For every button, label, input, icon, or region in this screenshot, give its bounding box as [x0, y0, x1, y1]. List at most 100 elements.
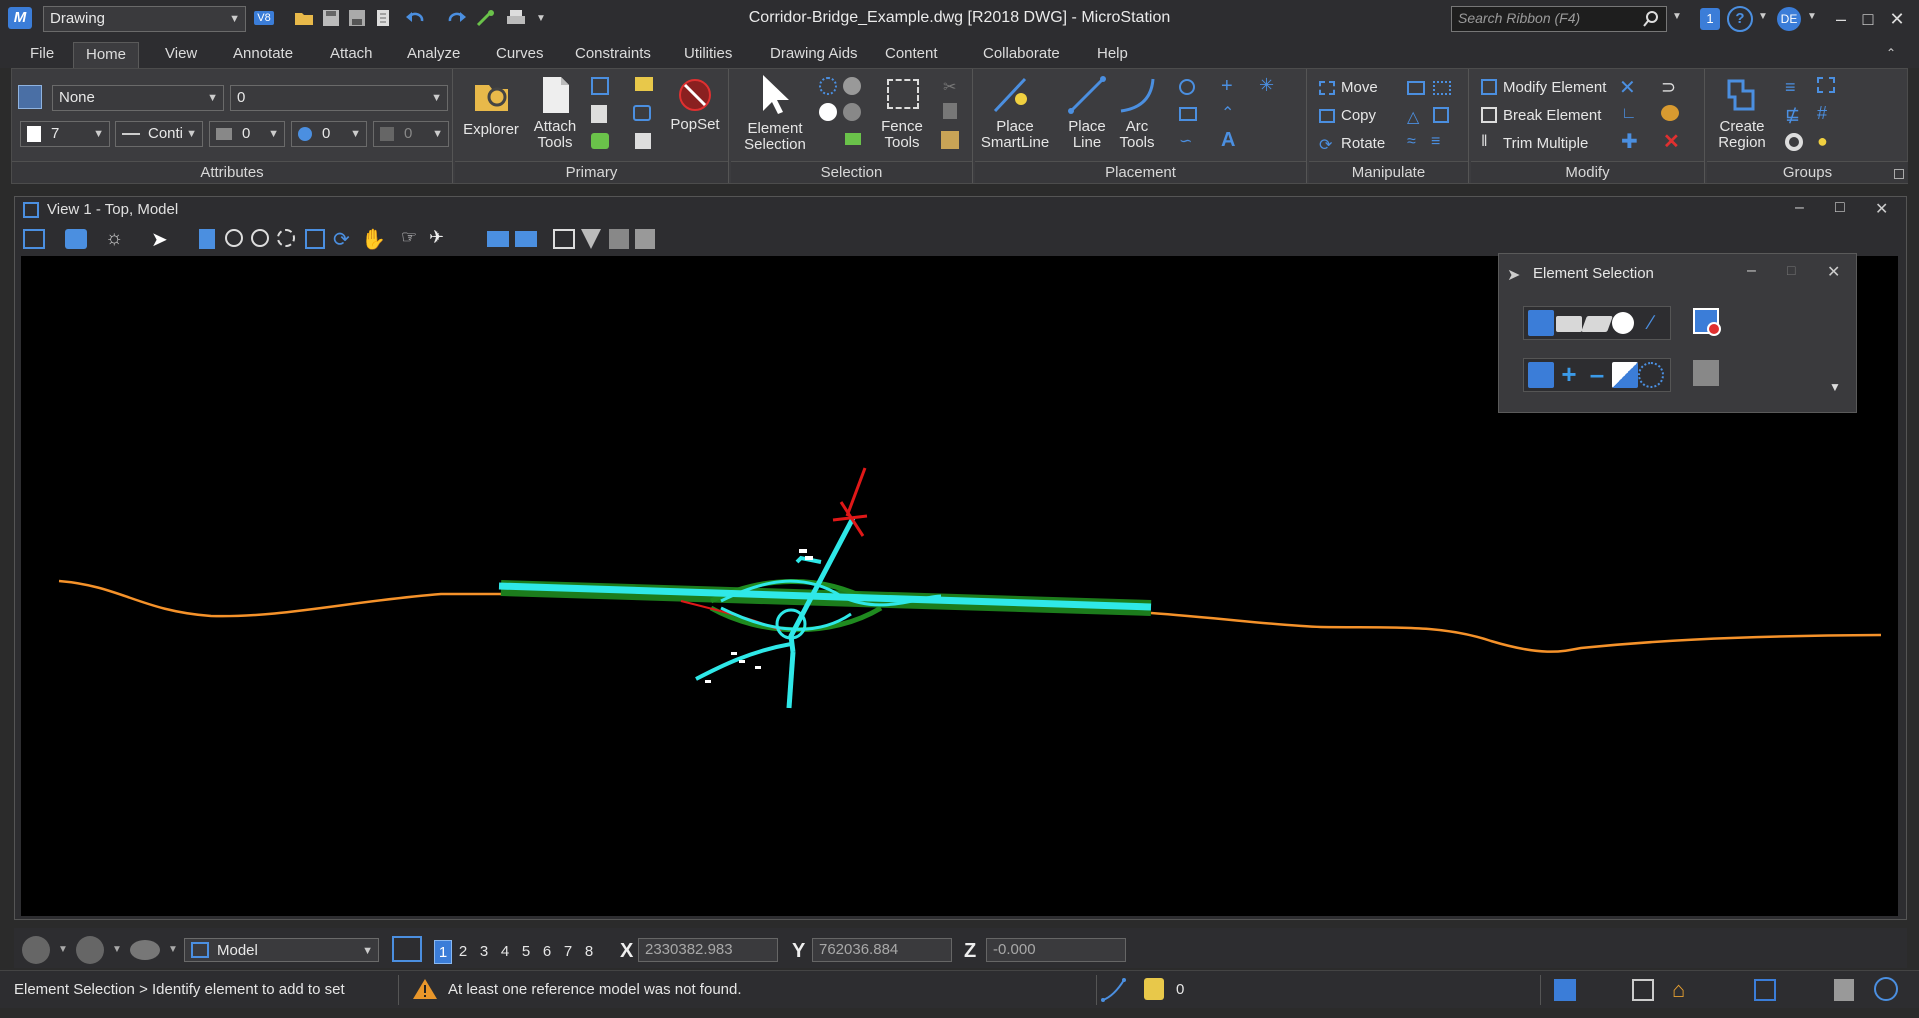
view-button-5[interactable]: 5 [517, 940, 535, 964]
help-dropdown-icon[interactable]: ▼ [1758, 11, 1768, 22]
maximize-icon[interactable]: □ [1853, 6, 1883, 32]
clip-mask-icon[interactable] [609, 229, 629, 249]
individual-method-icon[interactable] [1528, 310, 1554, 336]
view-button-8[interactable]: 8 [580, 940, 598, 964]
key-in-icon[interactable] [475, 7, 497, 29]
z-coordinate-field[interactable]: -0.000 [986, 938, 1126, 962]
back-icon[interactable] [22, 936, 50, 964]
accudraw-icon[interactable] [1100, 976, 1128, 1002]
window-area-icon[interactable] [277, 229, 295, 247]
fit-view-icon[interactable] [305, 229, 325, 249]
internet-icon[interactable] [1874, 977, 1898, 1001]
intersect-icon[interactable]: ✕ [1619, 75, 1636, 100]
level-display-icon[interactable] [1554, 979, 1576, 1001]
element-selection-button[interactable]: Element Selection [735, 121, 815, 153]
models-icon[interactable] [591, 77, 609, 95]
arc-tools-icon[interactable] [1117, 75, 1157, 115]
clip-volume-icon[interactable] [581, 229, 601, 249]
spin-icon[interactable]: ≡ [1431, 133, 1440, 151]
extend-icon[interactable]: ∟ [1621, 105, 1637, 123]
power-selector-icon[interactable] [819, 103, 837, 121]
tab-utilities[interactable]: Utilities [672, 42, 744, 68]
references-icon[interactable] [633, 105, 651, 121]
array-icon[interactable] [1433, 81, 1451, 95]
tab-curves[interactable]: Curves [484, 42, 556, 68]
view-button-6[interactable]: 6 [538, 940, 556, 964]
tab-drawing-aids[interactable]: Drawing Aids [758, 42, 870, 68]
open-folder-icon[interactable] [293, 7, 315, 29]
zoom-out-icon[interactable] [251, 229, 269, 247]
view-button-7[interactable]: 7 [559, 940, 577, 964]
polyline-tool-icon[interactable]: ∽ [1179, 131, 1192, 151]
saved-views-dropdown-icon[interactable]: ▼ [168, 944, 178, 955]
scale-icon[interactable] [1407, 81, 1425, 95]
walk-icon[interactable]: ☞ [401, 227, 417, 248]
text-tool-icon[interactable]: A [1221, 129, 1235, 152]
view-groups-icon[interactable] [635, 133, 651, 149]
cut-icon[interactable]: ✂ [943, 77, 956, 97]
modify-element-button[interactable]: Modify Element [1503, 79, 1606, 96]
select-all-icon[interactable] [819, 77, 837, 95]
search-icon[interactable] [1642, 10, 1660, 28]
level-dropdown[interactable]: None ▼ [52, 85, 224, 111]
move-button[interactable]: Move [1341, 79, 1378, 96]
save-icon[interactable] [320, 7, 342, 29]
invert-mode-icon[interactable] [1612, 362, 1638, 388]
notification-icon[interactable]: 1 [1700, 8, 1720, 30]
circle-method-icon[interactable] [1612, 312, 1634, 334]
view-button-1[interactable]: 1 [434, 940, 452, 964]
color-dropdown[interactable]: 7 ▼ [20, 121, 110, 147]
tab-help[interactable]: Help [1085, 42, 1140, 68]
explorer-icon[interactable] [471, 75, 511, 115]
weight-dropdown[interactable]: 0 ▼ [209, 121, 285, 147]
cell-icon[interactable]: ⋢ [1785, 105, 1800, 126]
point-tool-icon[interactable]: + [1221, 75, 1233, 98]
tab-constraints[interactable]: Constraints [563, 42, 663, 68]
attach-tools-button[interactable]: Attach Tools [525, 119, 585, 151]
view-previous-icon[interactable] [487, 231, 509, 247]
tab-view[interactable]: View [153, 42, 209, 68]
multiline-tool-icon[interactable]: ⌃ [1221, 103, 1234, 123]
view-maximize-icon[interactable]: □ [1835, 199, 1845, 217]
create-region-icon[interactable] [1723, 75, 1759, 115]
view-attributes-icon[interactable] [23, 229, 45, 249]
tab-attach[interactable]: Attach [318, 42, 385, 68]
view-next-icon[interactable] [515, 231, 537, 247]
levels-icon[interactable] [635, 77, 653, 91]
move-icon[interactable] [1319, 81, 1335, 95]
warning-icon[interactable] [412, 977, 438, 1001]
display-styles-icon[interactable] [591, 133, 609, 149]
x-coordinate-field[interactable]: 2330382.983 [638, 938, 778, 962]
attach-tools-icon[interactable] [537, 75, 573, 115]
view-cursor-icon[interactable]: ➤ [151, 227, 168, 252]
rotate-button[interactable]: Rotate [1341, 135, 1385, 152]
workflow-dropdown[interactable]: Drawing ▼ [43, 6, 246, 32]
design-file-icon[interactable] [1632, 979, 1654, 1001]
view-close-icon[interactable]: ✕ [1875, 199, 1888, 219]
group-icon[interactable]: ≡ [1785, 77, 1796, 98]
paste-icon[interactable] [941, 131, 959, 149]
compress-icon[interactable] [372, 7, 394, 29]
model-dropdown[interactable]: Model ▼ [184, 938, 379, 962]
popset-icon[interactable] [677, 77, 713, 113]
mirror-icon[interactable]: △ [1407, 107, 1419, 127]
new-mode-icon[interactable] [1528, 362, 1554, 388]
place-line-icon[interactable] [1067, 75, 1107, 115]
shape-method-icon[interactable] [1581, 316, 1613, 332]
view-button-2[interactable]: 2 [454, 940, 472, 964]
place-smartline-button[interactable]: Place SmartLine [975, 119, 1055, 151]
popset-button[interactable]: PopSet [665, 117, 725, 133]
place-smartline-icon[interactable] [991, 73, 1035, 115]
update-view-icon[interactable] [199, 229, 215, 249]
print-icon[interactable] [505, 7, 527, 29]
dialog-maximize-icon[interactable]: □ [1787, 262, 1795, 278]
stretch-icon[interactable]: ≈ [1407, 133, 1416, 151]
dialog-close-icon[interactable]: ✕ [1827, 262, 1840, 282]
user-dropdown-icon[interactable]: ▼ [1807, 11, 1817, 22]
dialog-expand-icon[interactable]: ▼ [1829, 380, 1841, 394]
ribbon-collapse-icon[interactable]: ⌃ [1886, 46, 1896, 60]
fly-icon[interactable]: ✈ [429, 227, 444, 248]
tab-content[interactable]: Content [873, 42, 950, 68]
break-element-button[interactable]: Break Element [1503, 107, 1601, 124]
light-icon[interactable]: ● [1817, 131, 1828, 152]
